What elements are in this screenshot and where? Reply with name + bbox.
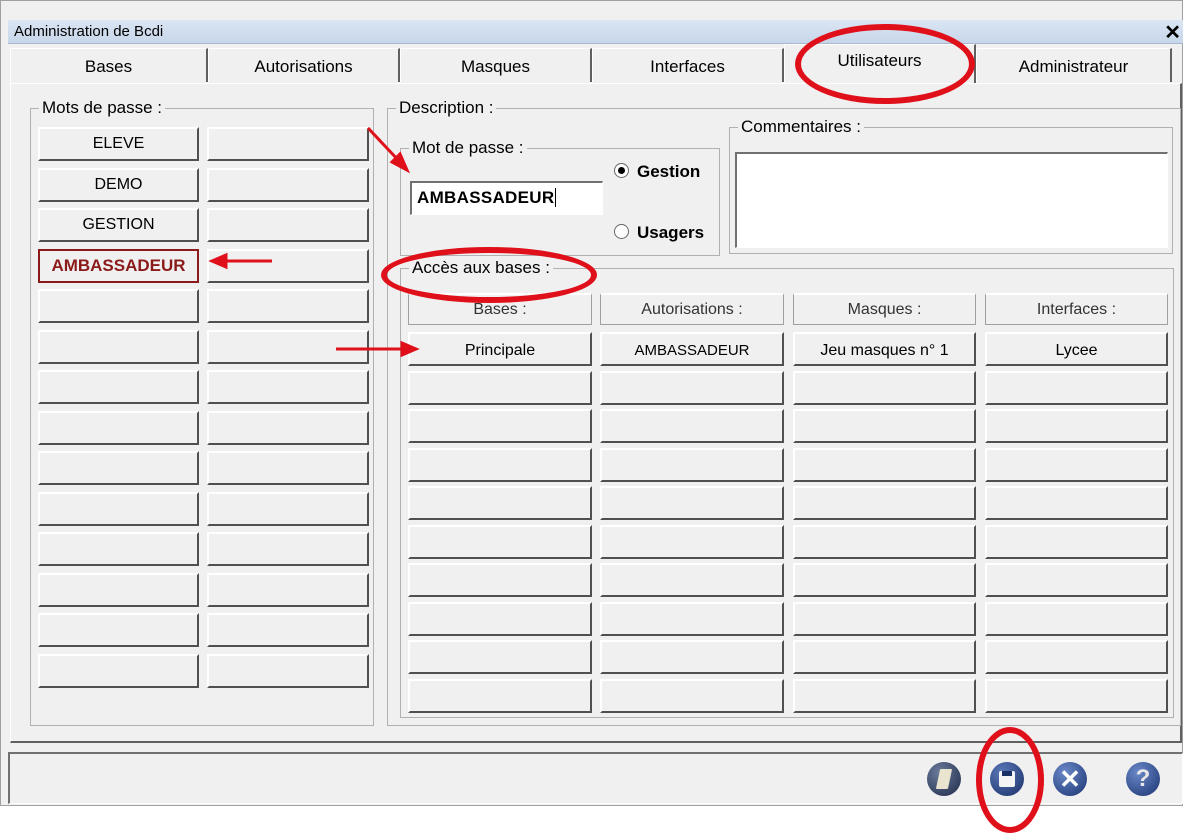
annotation-arrows — [208, 126, 420, 358]
annotation-arrowhead — [400, 340, 420, 358]
annotation-arrowhead — [208, 252, 228, 270]
annotation-arrow-group — [208, 126, 420, 358]
